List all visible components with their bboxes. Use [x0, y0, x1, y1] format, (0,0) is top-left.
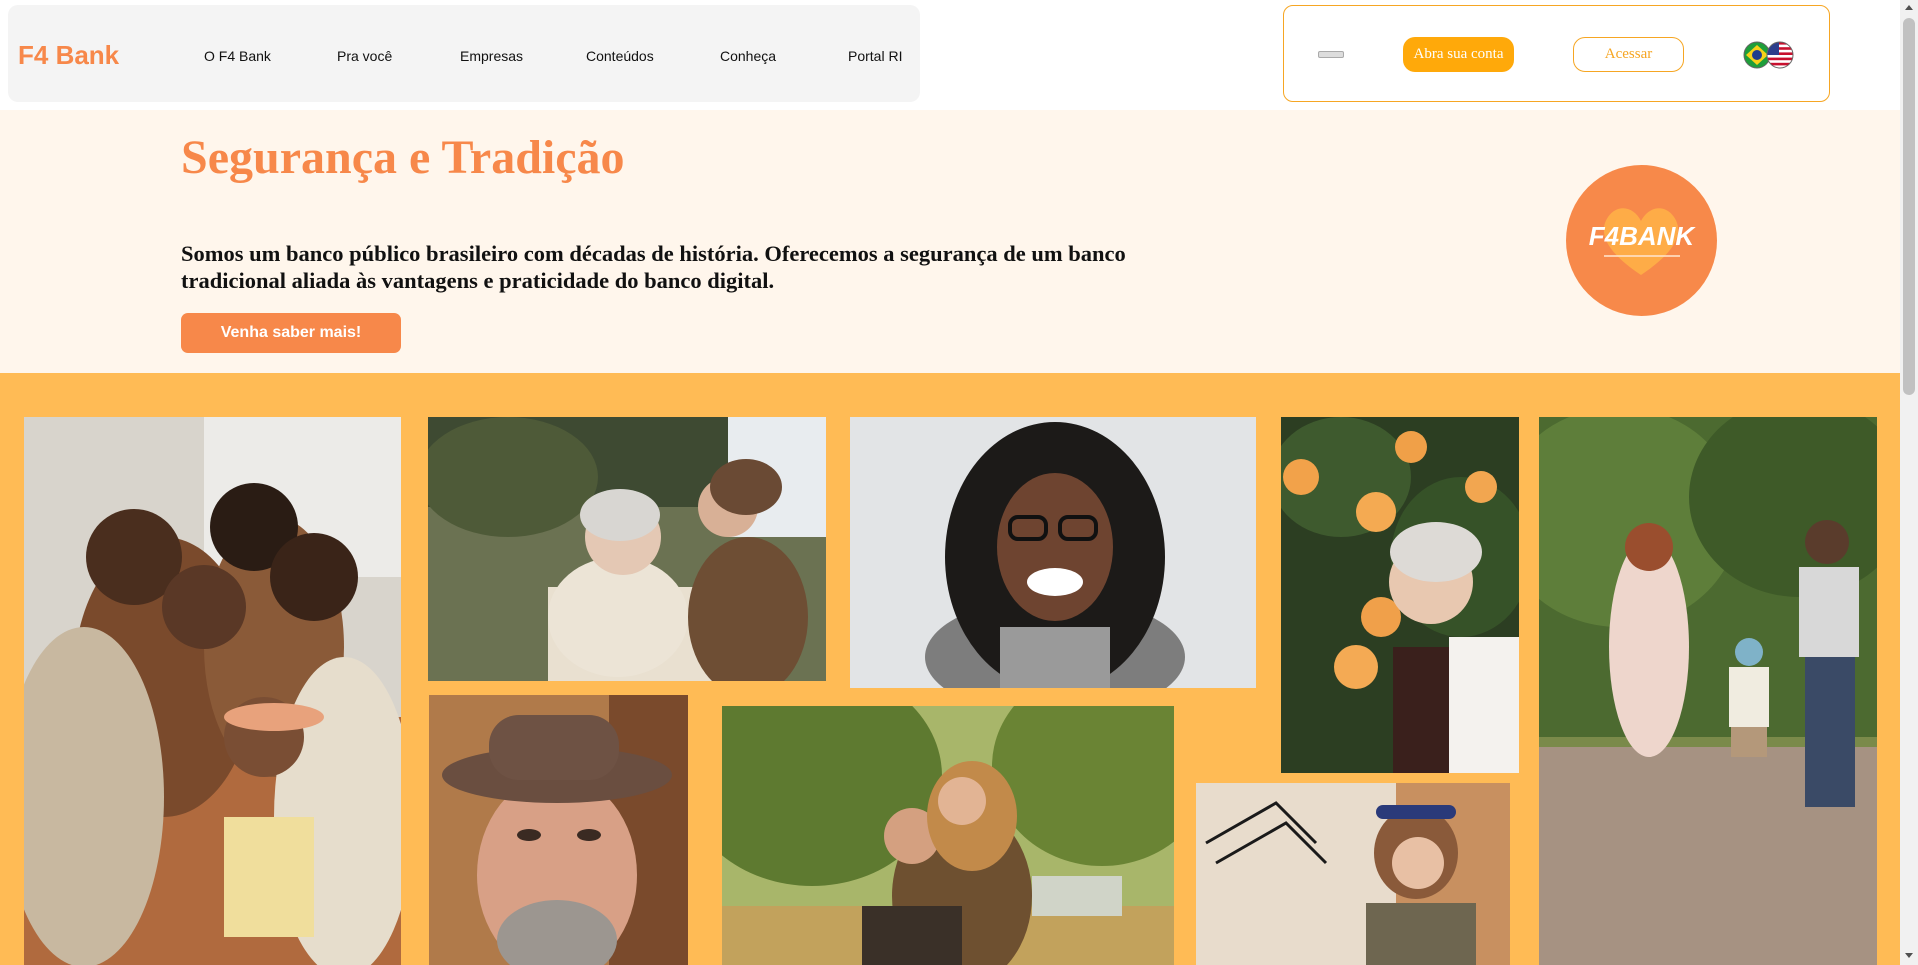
- actions-panel: Abra sua conta Acessar: [1283, 5, 1830, 102]
- nav-panel: F4 Bank O F4 Bank Pra você Empresas Cont…: [8, 5, 920, 102]
- woman-working-photo: [1196, 783, 1510, 965]
- access-button[interactable]: Acessar: [1573, 37, 1684, 72]
- family-hug-photo: [24, 417, 401, 965]
- logo[interactable]: F4 Bank: [18, 40, 119, 71]
- hero-section: Segurança e Tradição Somos um banco públ…: [0, 110, 1900, 373]
- language-selector[interactable]: [1743, 40, 1795, 70]
- nav-item-conteudos[interactable]: Conteúdos: [586, 48, 654, 64]
- theme-toggle-icon[interactable]: [1318, 51, 1344, 58]
- nav-item-o-f4-bank[interactable]: O F4 Bank: [204, 48, 271, 64]
- man-with-hat-photo: [429, 695, 688, 965]
- couple-piggyback-photo: [722, 706, 1174, 965]
- nav-item-portal-ri[interactable]: Portal RI: [848, 48, 902, 64]
- scrollbar-thumb[interactable]: [1903, 18, 1915, 395]
- elderly-woman-flowers-photo: [1281, 417, 1519, 773]
- photo-gallery: [0, 373, 1900, 965]
- vertical-scrollbar[interactable]: [1900, 0, 1918, 965]
- scroll-down-icon[interactable]: [1905, 953, 1913, 958]
- site-header: F4 Bank O F4 Bank Pra você Empresas Cont…: [0, 0, 1900, 110]
- scroll-up-icon[interactable]: [1905, 5, 1913, 10]
- elderly-woman-with-daughter-photo: [428, 417, 826, 681]
- hero-title: Segurança e Tradição: [181, 131, 625, 184]
- open-account-button[interactable]: Abra sua conta: [1403, 37, 1514, 72]
- smiling-woman-glasses-photo: [850, 417, 1256, 688]
- nav-item-conheca[interactable]: Conheça: [720, 48, 776, 64]
- brand-badge-logo: F4BANK: [1566, 165, 1717, 316]
- usa-flag-icon[interactable]: [1766, 41, 1794, 69]
- badge-logo-text: F4BANK: [1589, 221, 1697, 251]
- nav-item-empresas[interactable]: Empresas: [460, 48, 523, 64]
- family-walking-photo: [1539, 417, 1877, 965]
- brazil-flag-icon[interactable]: [1743, 41, 1771, 69]
- hero-description: Somos um banco público brasileiro com dé…: [181, 241, 1126, 293]
- nav-item-pra-voce[interactable]: Pra você: [337, 48, 392, 64]
- learn-more-button[interactable]: Venha saber mais!: [181, 313, 401, 353]
